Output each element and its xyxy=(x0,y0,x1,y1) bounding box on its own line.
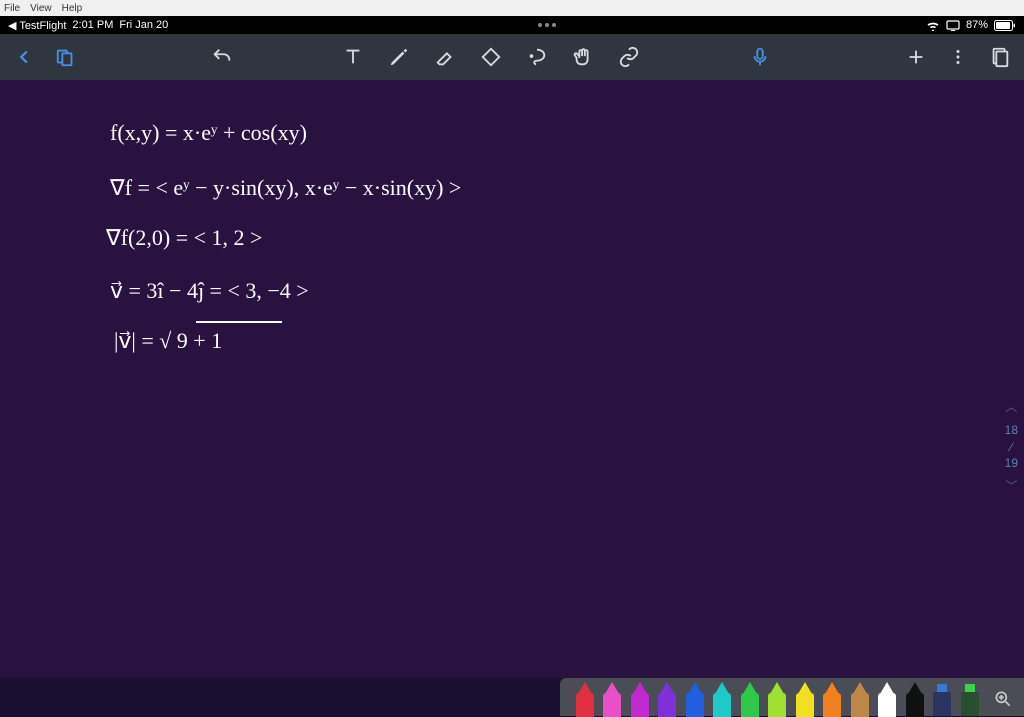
menu-file[interactable]: File xyxy=(4,3,20,14)
wifi-icon xyxy=(926,20,940,31)
pen-pink[interactable] xyxy=(600,682,626,716)
more-button[interactable] xyxy=(944,43,972,71)
eraser-tool-button[interactable] xyxy=(431,43,459,71)
pen-black[interactable] xyxy=(902,682,928,716)
note-canvas[interactable]: f(x,y) = x·eʸ + cos(xy) ∇f = < eʸ − y·si… xyxy=(0,80,1024,678)
handwriting-line-4: v⃗ = 3î − 4ĵ = < 3, −4 > xyxy=(110,278,309,304)
status-time: 2:01 PM xyxy=(72,19,113,31)
sqrt-bar xyxy=(196,321,282,323)
page-separator: ⁄ xyxy=(1005,439,1018,456)
handwriting-line-3: ∇f(2,0) = < 1, 2 > xyxy=(106,225,262,251)
menu-view[interactable]: View xyxy=(30,3,52,14)
pen-green[interactable] xyxy=(737,682,763,716)
app-toolbar xyxy=(0,34,1024,80)
pen-brown[interactable] xyxy=(847,682,873,716)
pen-purple[interactable] xyxy=(655,682,681,716)
back-to-app[interactable]: ◀ TestFlight xyxy=(8,19,66,32)
handwriting-line-2: ∇f = < eʸ − y·sin(xy), x·eʸ − x·sin(xy) … xyxy=(110,175,461,201)
undo-button[interactable] xyxy=(208,43,236,71)
shape-eraser-button[interactable] xyxy=(477,43,505,71)
battery-percent: 87% xyxy=(966,19,988,31)
pen-white[interactable] xyxy=(875,682,901,716)
device-statusbar: ◀ TestFlight 2:01 PM Fri Jan 20 87% xyxy=(0,16,1024,34)
handwriting-line-1: f(x,y) = x·eʸ + cos(xy) xyxy=(110,120,307,146)
pen-magenta[interactable] xyxy=(627,682,653,716)
pen-teal[interactable] xyxy=(710,682,736,716)
battery-icon xyxy=(994,20,1016,31)
mic-button[interactable] xyxy=(746,43,774,71)
link-tool-button[interactable] xyxy=(615,43,643,71)
lasso-tool-button[interactable] xyxy=(523,43,551,71)
pen-tool-button[interactable] xyxy=(385,43,413,71)
page-down-button[interactable]: ﹀ xyxy=(1005,478,1018,495)
pages-button[interactable] xyxy=(986,43,1014,71)
multitask-dots-icon[interactable] xyxy=(538,23,556,27)
text-tool-button[interactable] xyxy=(339,43,367,71)
marker-blue[interactable] xyxy=(930,682,956,716)
pen-lime[interactable] xyxy=(765,682,791,716)
zoom-button[interactable] xyxy=(989,684,1018,714)
back-button[interactable] xyxy=(10,43,38,71)
current-page: 18 xyxy=(1005,422,1018,439)
menu-help[interactable]: Help xyxy=(62,3,83,14)
pen-yellow[interactable] xyxy=(792,682,818,716)
pen-red[interactable] xyxy=(572,682,598,716)
status-date: Fri Jan 20 xyxy=(119,19,168,31)
add-button[interactable] xyxy=(902,43,930,71)
hand-tool-button[interactable] xyxy=(569,43,597,71)
total-pages: 19 xyxy=(1005,455,1018,472)
page-indicator: ︿ 18 ⁄ 19 ﹀ xyxy=(1005,399,1018,495)
page-up-button[interactable]: ︿ xyxy=(1005,399,1018,416)
document-browser-button[interactable] xyxy=(52,43,80,71)
handwriting-line-5: |v⃗| = √ 9 + 1 xyxy=(114,328,222,354)
os-menubar: File View Help xyxy=(0,0,1024,16)
pen-palette xyxy=(560,678,1024,716)
marker-green[interactable] xyxy=(957,682,983,716)
pen-orange[interactable] xyxy=(820,682,846,716)
screen-mirror-icon xyxy=(946,20,960,31)
bottom-toolbar xyxy=(0,678,1024,716)
pen-blue[interactable] xyxy=(682,682,708,716)
